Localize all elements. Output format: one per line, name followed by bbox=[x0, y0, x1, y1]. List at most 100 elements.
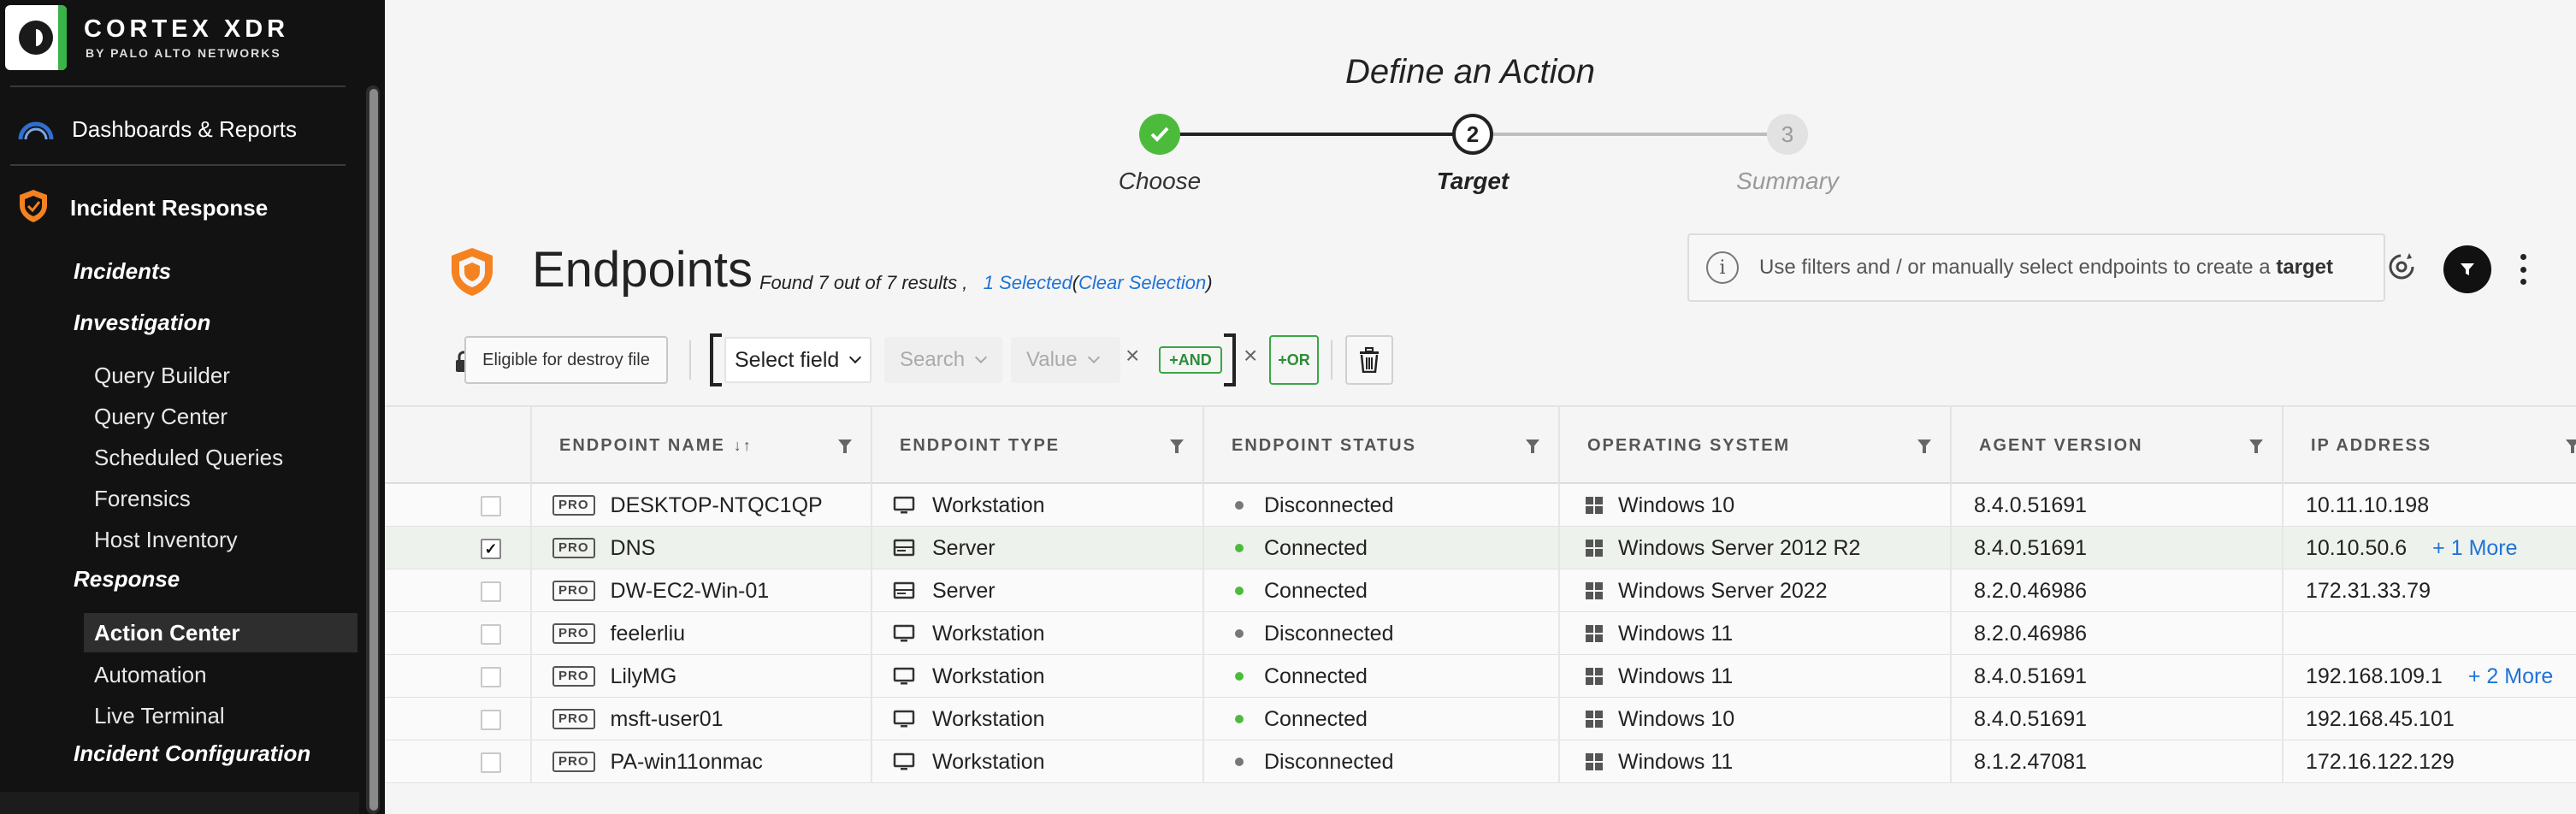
sidebar-category-response[interactable]: Response bbox=[74, 566, 180, 593]
cell-divider bbox=[1202, 612, 1204, 655]
column-label: ENDPOINT TYPE bbox=[900, 435, 1061, 455]
sidebar-item-host-inventory[interactable]: Host Inventory bbox=[94, 527, 238, 553]
column-endpoint-type[interactable]: ENDPOINT TYPE bbox=[871, 407, 1202, 484]
workstation-icon bbox=[893, 667, 915, 686]
column-filter-icon[interactable] bbox=[1917, 439, 1931, 453]
ip-address: 172.16.122.129 bbox=[2306, 749, 2455, 774]
page-title: Endpoints bbox=[532, 242, 753, 298]
table-row[interactable]: PRO DESKTOP-NTQC1QP Workstation Disconne… bbox=[385, 484, 2576, 527]
sidebar-item-incident-response[interactable]: Incident Response bbox=[0, 181, 359, 234]
column-filter-icon[interactable] bbox=[838, 439, 852, 453]
operating-system: Windows 11 bbox=[1618, 664, 1734, 688]
table-row[interactable]: PRO LilyMG Workstation Connected Windows… bbox=[385, 655, 2576, 698]
status-dot-icon bbox=[1235, 629, 1244, 638]
column-endpoint-name[interactable]: ENDPOINT NAME ↓↑ bbox=[530, 407, 871, 484]
row-checkbox[interactable] bbox=[481, 752, 501, 773]
gauge-icon bbox=[17, 116, 56, 142]
destroy-file-filter-chip[interactable]: Eligible for destroy file bbox=[464, 336, 668, 384]
add-and-condition-button[interactable]: + AND bbox=[1159, 346, 1222, 374]
cell-divider bbox=[871, 612, 872, 655]
cell-divider bbox=[1202, 698, 1204, 740]
agent-version-cell: 8.4.0.51691 bbox=[1974, 655, 2087, 698]
cell-divider bbox=[871, 698, 872, 740]
sidebar-item-forensics[interactable]: Forensics bbox=[94, 486, 191, 512]
table-row[interactable]: PRO feelerliu Workstation Disconnected W… bbox=[385, 612, 2576, 655]
step-label-choose: Choose bbox=[1118, 168, 1202, 194]
sidebar-item-automation[interactable]: Automation bbox=[94, 662, 207, 688]
endpoint-status-cell: Disconnected bbox=[1235, 740, 1393, 783]
filter-group-bracket-right bbox=[1224, 333, 1236, 386]
row-checkbox[interactable] bbox=[481, 710, 501, 730]
row-checkbox[interactable]: ✓ bbox=[481, 539, 501, 559]
info-icon: i bbox=[1706, 251, 1739, 284]
column-operating-system[interactable]: OPERATING SYSTEM bbox=[1558, 407, 1950, 484]
sidebar-category-investigation[interactable]: Investigation bbox=[74, 310, 210, 336]
sidebar-item-incident-configuration[interactable]: Incident Configuration bbox=[74, 740, 310, 767]
value-dropdown[interactable]: Value bbox=[1011, 337, 1120, 383]
remove-group-icon[interactable]: × bbox=[1244, 342, 1257, 369]
endpoint-status-cell: Connected bbox=[1235, 655, 1368, 698]
row-checkbox[interactable] bbox=[481, 581, 501, 602]
row-checkbox[interactable] bbox=[481, 667, 501, 687]
info-text-bold: target bbox=[2276, 256, 2334, 279]
sidebar-item-live-terminal[interactable]: Live Terminal bbox=[94, 703, 225, 729]
endpoint-status: Connected bbox=[1264, 664, 1368, 688]
step-choose-check[interactable] bbox=[1139, 114, 1180, 155]
filter-toggle-button[interactable] bbox=[2443, 245, 2491, 293]
more-ips-link[interactable]: + 2 More bbox=[2468, 664, 2553, 689]
endpoint-type: Workstation bbox=[932, 749, 1045, 774]
row-checkbox[interactable] bbox=[481, 624, 501, 645]
clear-selection-link[interactable]: Clear Selection bbox=[1078, 272, 1206, 293]
delete-filter-button[interactable] bbox=[1345, 335, 1393, 385]
column-filter-icon[interactable] bbox=[1170, 439, 1184, 453]
add-or-group-button[interactable]: + OR bbox=[1269, 335, 1319, 385]
status-dot-icon bbox=[1235, 758, 1244, 766]
sidebar-item-query-builder[interactable]: Query Builder bbox=[94, 363, 230, 389]
refresh-icon bbox=[2389, 253, 2414, 280]
endpoint-type: Server bbox=[932, 535, 996, 560]
more-options-icon[interactable] bbox=[2518, 254, 2528, 285]
endpoint-type: Workstation bbox=[932, 706, 1045, 731]
column-filter-icon[interactable] bbox=[2566, 439, 2576, 453]
column-filter-icon[interactable] bbox=[1526, 439, 1539, 453]
refresh-button[interactable] bbox=[2383, 248, 2420, 286]
step-summary-number[interactable]: 3 bbox=[1767, 114, 1808, 155]
sidebar-item-action-center[interactable]: Action Center bbox=[84, 613, 357, 652]
select-field-dropdown[interactable]: Select field bbox=[724, 337, 871, 383]
cell-divider bbox=[530, 527, 532, 569]
workstation-icon bbox=[893, 710, 915, 728]
status-dot-icon bbox=[1235, 587, 1244, 595]
table-row[interactable]: PRO DW-EC2-Win-01 Server Connected Windo… bbox=[385, 569, 2576, 612]
agent-version-cell: 8.4.0.51691 bbox=[1974, 698, 2087, 740]
workstation-icon bbox=[893, 624, 915, 643]
table-row[interactable]: ✓ PRO DNS Server Connected Windows Serve… bbox=[385, 527, 2576, 569]
agent-version: 8.4.0.51691 bbox=[1974, 706, 2088, 731]
sort-icon[interactable]: ↓↑ bbox=[734, 437, 753, 455]
cell-divider bbox=[2282, 612, 2284, 655]
sidebar-item-query-center[interactable]: Query Center bbox=[94, 404, 227, 430]
endpoint-status: Connected bbox=[1264, 535, 1368, 560]
row-checkbox[interactable] bbox=[481, 496, 501, 516]
search-operator-dropdown[interactable]: Search bbox=[884, 337, 1002, 383]
cell-divider bbox=[530, 484, 532, 527]
sidebar-item-scheduled-queries[interactable]: Scheduled Queries bbox=[94, 445, 283, 471]
column-ip-address[interactable]: IP ADDRESS bbox=[2282, 407, 2576, 484]
cell-divider bbox=[530, 612, 532, 655]
step-target-number[interactable]: 2 bbox=[1452, 114, 1493, 155]
sidebar-item-incidents[interactable]: Incidents bbox=[74, 258, 171, 285]
more-ips-link[interactable]: + 1 More bbox=[2432, 536, 2517, 561]
results-count: Found 7 out of 7 results , bbox=[759, 272, 968, 293]
info-text: Use filters and / or manually select end… bbox=[1759, 256, 2333, 280]
windows-icon bbox=[1586, 540, 1603, 557]
sidebar-item-dashboards[interactable]: Dashboards & Reports bbox=[0, 101, 359, 157]
table-row[interactable]: PRO PA-win11onmac Workstation Disconnect… bbox=[385, 740, 2576, 783]
remove-condition-icon[interactable]: × bbox=[1126, 342, 1139, 369]
status-dot-icon bbox=[1235, 501, 1244, 510]
sidebar-scrollbar-thumb[interactable] bbox=[369, 89, 378, 811]
column-endpoint-status[interactable]: ENDPOINT STATUS bbox=[1202, 407, 1558, 484]
column-filter-icon[interactable] bbox=[2249, 439, 2263, 453]
column-agent-version[interactable]: AGENT VERSION bbox=[1950, 407, 2282, 484]
check-icon bbox=[1150, 127, 1169, 142]
selected-count-link[interactable]: 1 Selected bbox=[984, 272, 1072, 293]
table-row[interactable]: PRO msft-user01 Workstation Connected Wi… bbox=[385, 698, 2576, 740]
